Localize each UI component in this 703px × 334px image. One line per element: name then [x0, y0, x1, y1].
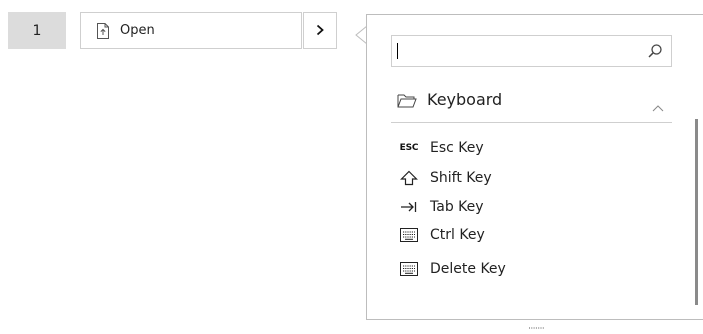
tab-arrow-icon [397, 198, 421, 216]
action-open[interactable]: Open [80, 12, 302, 49]
chevron-up-icon[interactable] [652, 97, 664, 112]
list-item-shift-key[interactable]: Shift Key [397, 167, 492, 189]
folder-icon [397, 93, 417, 109]
search-icon[interactable] [647, 43, 663, 59]
item-label: Delete Key [430, 261, 506, 277]
list-item-delete-key[interactable]: Delete Key [397, 258, 506, 280]
step-number-label: 1 [32, 22, 42, 39]
text-caret [397, 43, 398, 59]
search-box [391, 35, 672, 67]
item-label: Esc Key [430, 140, 484, 156]
action-label: Open [120, 23, 155, 38]
keyboard-icon [397, 226, 421, 244]
keyboard-icon [397, 260, 421, 278]
resize-grip-icon[interactable] [528, 315, 546, 329]
chevron-right-icon [315, 21, 325, 40]
list-item-esc-key[interactable]: ESC Esc Key [397, 137, 484, 159]
item-label: Shift Key [430, 170, 492, 186]
shift-arrow-icon [397, 169, 421, 187]
scrollbar[interactable] [695, 119, 698, 305]
esc-glyph: ESC [399, 143, 419, 153]
category-label: Keyboard [427, 90, 503, 109]
item-label: Tab Key [430, 199, 484, 215]
category-keyboard[interactable]: Keyboard [391, 87, 672, 123]
step-number: 1 [8, 12, 66, 49]
list-item-tab-key[interactable]: Tab Key [397, 196, 484, 218]
esc-icon: ESC [397, 139, 421, 157]
item-label: Ctrl Key [430, 227, 485, 243]
action-picker-panel: Keyboard ESC Esc Key Shift Key Tab Key C… [366, 14, 703, 329]
document-upload-icon [96, 22, 110, 39]
expand-button[interactable] [303, 12, 337, 49]
list-item-ctrl-key[interactable]: Ctrl Key [397, 224, 485, 246]
search-input[interactable] [392, 36, 638, 66]
